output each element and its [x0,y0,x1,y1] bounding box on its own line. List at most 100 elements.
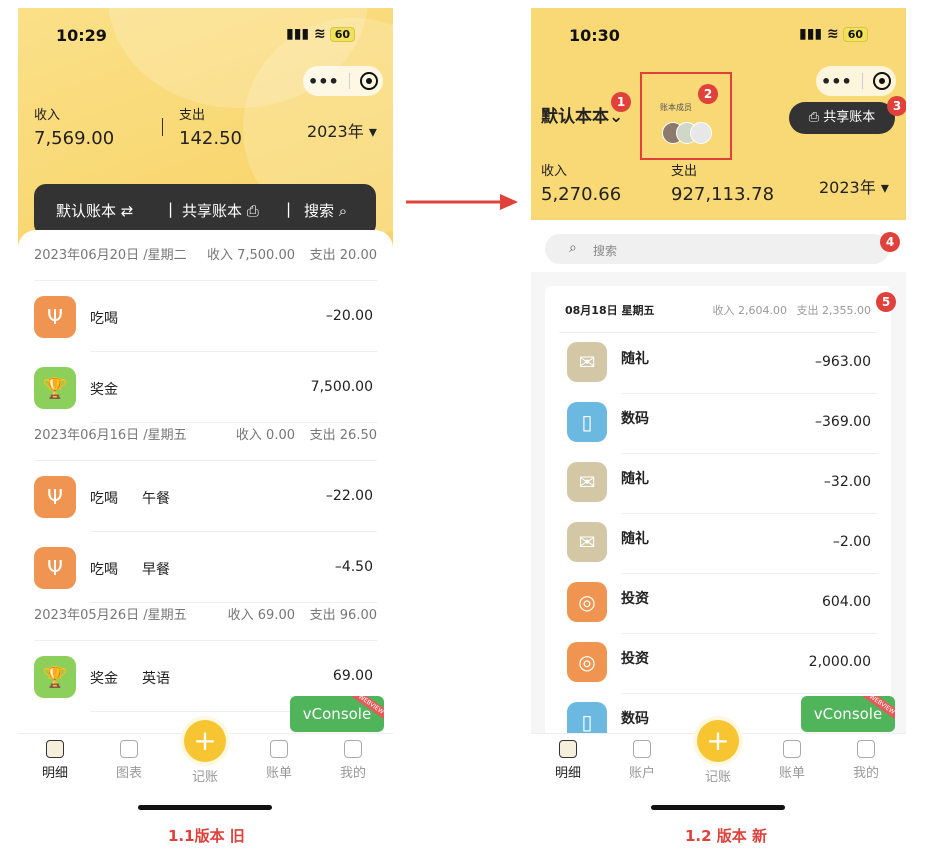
nav-item[interactable]: 账单 [767,740,817,781]
amount: –20.00 [325,308,373,324]
vconsole-button[interactable]: vConsole WEBVIEW [801,696,895,732]
plus-icon[interactable]: + [697,720,739,762]
nav-item[interactable]: 明细 [30,740,80,781]
vconsole-button[interactable]: vConsole WEBVIEW [290,696,384,732]
nav-item[interactable]: 图表 [104,740,154,781]
nav-label: 记账 [704,770,731,785]
nav-icon [559,740,577,758]
more-icon[interactable]: ••• [308,72,339,91]
amount: 2,000.00 [808,654,871,670]
list-item[interactable]: ▯ 数码 –369.00 [545,394,891,454]
badge-1: 1 [611,92,631,112]
category-name: 吃喝 [90,491,118,507]
list-item[interactable]: ✉ 随礼 –963.00 [545,334,891,394]
search-label: 搜索 [304,202,335,220]
list-item[interactable]: ✉ 随礼 –2.00 [545,514,891,574]
search-input[interactable]: ⌕ 搜索 [545,234,889,264]
piggy-icon: ◎ [567,642,607,682]
nav-icon [46,740,64,758]
transaction-list: 2023年06月20日 /星期二 收入 7,500.00 支出 20.00 Ψ 吃喝 –2… [18,230,393,750]
list-item[interactable]: Ψ 吃喝 –20.00 [18,282,393,352]
amount: 69.00 [332,668,373,684]
amount: 7,500.00 [310,379,373,395]
status-time: 10:30 [569,26,620,45]
piggy-icon: ◎ [567,582,607,622]
nav-icon [633,740,651,758]
nav-label: 账单 [265,766,292,781]
miniprogram-capsule[interactable]: ••• [816,66,896,96]
nav-label: 图表 [115,766,142,781]
nav-label: 明细 [554,766,581,781]
list-item[interactable]: ◎ 投资 2,000.00 [545,634,891,694]
day-income: 收入 69.00 [227,608,295,623]
book-name: 默认本本 [541,107,609,127]
nav-item[interactable]: 我的 [841,740,891,781]
nav-item[interactable]: + 记账 [180,720,230,785]
book-bar: 默认账本 ⇄ | 共享账本 ⎙ | 搜索 ⌕ [34,184,376,236]
amount: –22.00 [325,488,373,504]
list-item[interactable]: Ψ 吃喝 午餐 –22.00 [18,462,393,532]
new-version-phone: 10:30 ▮▮▮ ≋ 60 ••• 默认本本⌄ 1 账本成员 2 ⎙ 共享账本 … [531,8,906,820]
income-value: 7,569.00 [34,128,115,149]
nav-label: 明细 [41,766,68,781]
category-name: 投资 [621,591,649,607]
amount: 604.00 [822,594,871,610]
nav-item[interactable]: 账户 [617,740,667,781]
gift-icon: ✉ [567,522,607,562]
list-item[interactable]: ✉ 随礼 –32.00 [545,454,891,514]
category-name: 奖金 [90,671,118,687]
amount: –32.00 [823,474,871,490]
year-selector[interactable]: 2023年 ▾ [307,118,377,142]
battery-icon: 60 [842,27,869,42]
badge-3: 3 [887,96,906,116]
food-icon: Ψ [34,547,76,589]
category-name: 数码 [621,411,649,427]
badge-5: 5 [876,292,896,312]
trophy-icon: 🏆 [34,367,76,409]
gift-icon: ✉ [567,462,607,502]
default-book-button[interactable]: 默认账本 ⇄ [56,200,133,221]
year-selector[interactable]: 2023年 ▾ [819,174,889,198]
note: 午餐 [142,491,170,507]
list-item[interactable]: 🏆 奖金 7,500.00 [18,353,393,423]
nav-icon [857,740,875,758]
income-label: 收入 [34,108,61,123]
date-label: 2023年06月20日 /星期二 [34,248,187,263]
nav-icon [270,740,288,758]
search-button[interactable]: 搜索 ⌕ [304,200,347,221]
date-header: 2023年06月20日 /星期二 收入 7,500.00 支出 20.00 [34,244,377,272]
year-label: 2023年 [307,122,364,141]
members-highlight[interactable]: 账本成员 [640,72,732,160]
category-name: 吃喝 [90,562,118,578]
nav-item[interactable]: 我的 [328,740,378,781]
nav-item[interactable]: 明细 [543,740,593,781]
share-book-button[interactable]: 共享账本 ⎙ [182,200,259,221]
more-icon[interactable]: ••• [821,72,852,91]
status-icons: ▮▮▮ ≋ 60 [799,26,869,42]
battery-icon: 60 [329,27,356,42]
miniprogram-capsule[interactable]: ••• [303,66,383,96]
members-label: 账本成员 [660,103,692,112]
day-income: 收入 2,604.00 [712,304,787,317]
date-label: 08月18日 星期五 [565,304,655,317]
nav-item[interactable]: 账单 [254,740,304,781]
search-placeholder: 搜索 [593,244,618,258]
list-item[interactable]: Ψ 吃喝 早餐 –4.50 [18,533,393,603]
day-expense: 支出 96.00 [309,608,377,623]
income-value: 5,270.66 [541,184,622,205]
list-item[interactable]: ◎ 投资 604.00 [545,574,891,634]
caption-old: 1.1版本 旧 [168,827,245,845]
nav-icon [783,740,801,758]
plus-icon[interactable]: + [184,720,226,762]
nav-item[interactable]: + 记账 [693,720,743,785]
tablet-icon: ▯ [567,402,607,442]
day-income: 收入 7,500.00 [206,248,295,263]
expense-value: 927,113.78 [671,184,775,205]
close-target-icon[interactable] [872,72,891,90]
close-target-icon[interactable] [359,72,378,90]
default-book-label: 默认账本 [56,202,117,220]
transaction-list: 08月18日 星期五 收入 2,604.00 支出 2,355.00 ✉ 随礼 –963.… [545,286,891,754]
date-header: 2023年06月16日 /星期五 收入 0.00 支出 26.50 [34,424,377,452]
share-book-button[interactable]: ⎙ 共享账本 [789,102,895,134]
date-label: 2023年06月16日 /星期五 [34,428,187,443]
